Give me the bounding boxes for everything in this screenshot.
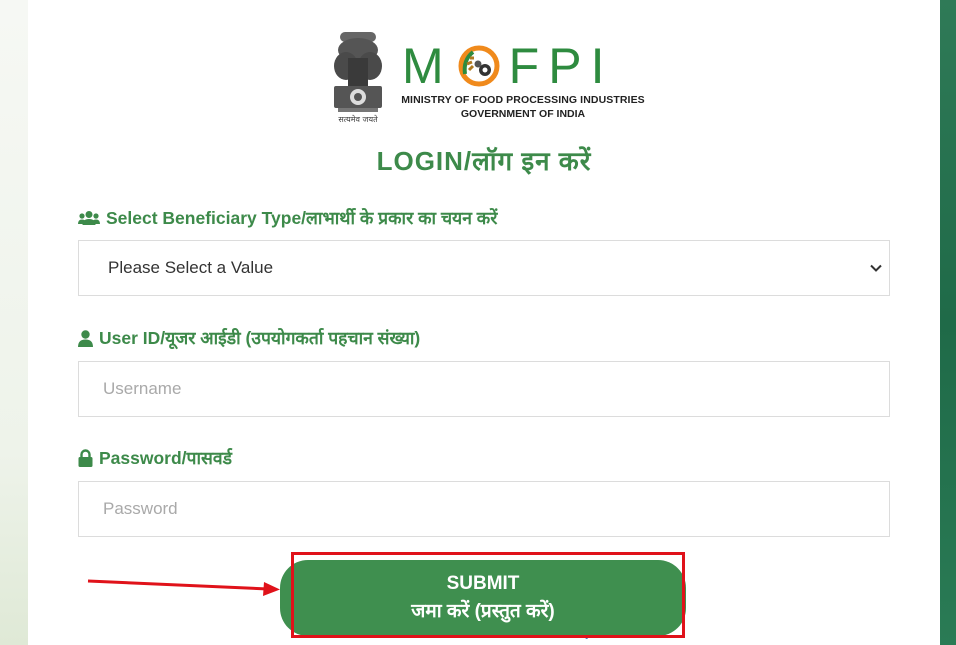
brand-wordmark: M F P I [402,38,613,94]
annotation-highlight-box [291,552,685,638]
page-background-left [0,0,28,645]
password-label-text: Password/पासवर्ड [99,448,232,468]
beneficiary-type-label: Select Beneficiary Type/लाभार्थी के प्रक… [78,206,497,230]
chevron-down-icon [870,264,882,272]
password-label: Password/पासवर्ड [78,446,232,470]
beneficiary-type-selected-value: Please Select a Value [108,258,274,277]
annotation-arrow-icon [87,579,280,596]
government-name: GOVERNMENT OF INDIA [460,108,586,120]
users-icon [78,211,100,225]
username-input[interactable]: Username [78,361,890,417]
ministry-name: MINISTRY OF FOOD PROCESSING INDUSTRIES [401,94,645,106]
national-emblem-icon: सत्यमेव जयते [334,32,382,124]
brand-letter-f: F [508,38,549,94]
grain-gear-ring-icon [458,45,500,87]
lock-icon [78,449,93,467]
password-input[interactable]: Password [78,481,890,537]
password-placeholder: Password [103,499,178,518]
user-icon [78,329,93,347]
username-placeholder: Username [103,379,182,398]
brand-letter-m: M [402,38,453,94]
brand-letter-p: P [548,38,591,94]
user-id-label: User ID/यूजर आईडी (उपयोगकर्ता पहचान संख्… [78,326,420,350]
user-id-label-text: User ID/यूजर आईडी (उपयोगकर्ता पहचान संख्… [99,328,421,348]
page-background-right [940,0,956,645]
emblem-motto: सत्यमेव जयते [338,114,378,124]
mofpi-logo: सत्यमेव जयते M F P I MINISTRY OF FOOD PR… [328,26,648,126]
brand-letter-i: I [590,38,614,94]
beneficiary-type-label-text: Select Beneficiary Type/लाभार्थी के प्रक… [106,208,498,228]
page-title: LOGIN/लॉग इन करें [376,146,592,176]
login-card: सत्यमेव जयते M F P I MINISTRY OF FOOD PR… [28,0,940,645]
beneficiary-type-select[interactable]: Please Select a Value [78,240,890,296]
cursor-mark: ˇ [585,637,589,645]
